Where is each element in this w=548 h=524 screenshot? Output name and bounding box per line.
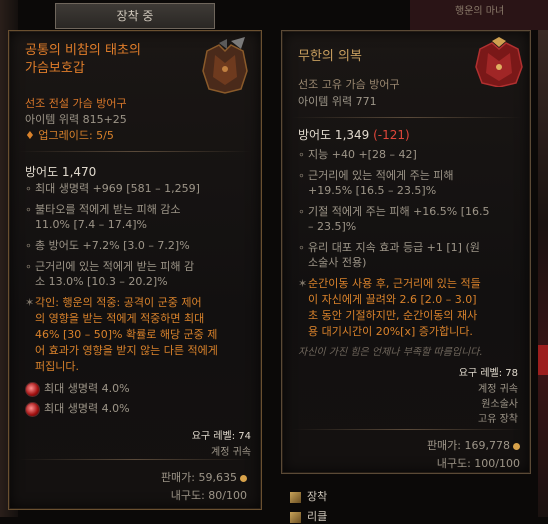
upgrade-diamond-icon: ♦: [25, 129, 35, 142]
bullet-icon: ∘: [25, 182, 32, 195]
unique-star-icon: ✶: [298, 277, 308, 290]
required-level: 요구 레벨: 74: [191, 431, 251, 442]
armor-value: 방어도 1,470: [25, 165, 97, 179]
compared-item-tooltip: 무한의 의복 선조 고유 가슴 방어구 아이템 위력 771 방어도 1,349…: [281, 30, 531, 474]
bullet-icon: ∘: [25, 203, 32, 216]
flavor-text: 자신이 가진 힘은 언제나 부족할 따름입니다.: [298, 347, 483, 358]
affix-row: ∘ 근거리에 있는 적에게 받는 피해 감: [25, 260, 195, 273]
bullet-icon: ∘: [298, 148, 305, 161]
item-name-line1: 공통의 비참의 태초의: [25, 43, 141, 58]
class-restriction: 원소술사: [481, 399, 518, 410]
gold-coin-icon: [513, 442, 520, 450]
divider: [19, 151, 251, 152]
equip-icon: [290, 491, 301, 503]
sell-value: 판매가: 59,635: [161, 469, 247, 485]
ruby-gem-icon: [25, 401, 40, 417]
legendary-chest-armor-icon: [202, 37, 248, 94]
account-bound: 계정 귀속: [478, 384, 518, 395]
affix-row: ∘ 최대 생명력 +969 [581 – 1,259]: [25, 182, 200, 195]
background-red-marker: [538, 345, 548, 375]
bullet-icon: ∘: [25, 260, 32, 273]
ruby-gem-icon: [25, 381, 40, 397]
durability: 내구도: 80/100: [170, 489, 247, 502]
unique-chest-armor-icon: [475, 37, 523, 87]
unique-equipped: 고유 장착: [478, 414, 518, 425]
background-item-label: 행운의 마녀: [455, 6, 505, 17]
affix-row-continued: 11.0% [7.4 – 17.4]%: [35, 218, 147, 231]
menu-icon: [290, 511, 301, 523]
item-name-line2: 가슴보호갑: [25, 61, 85, 76]
item-name: 무한의 의복: [298, 49, 362, 64]
gold-coin-icon: [240, 474, 247, 482]
armor-difference: (-121): [373, 128, 410, 142]
context-menu: 장착 리클: [282, 482, 542, 523]
background-right-strip: [538, 30, 548, 517]
item-power: 아이템 위력 815+25: [25, 113, 127, 126]
bullet-icon: ∘: [298, 169, 305, 182]
armor-value: 방어도 1,349 (-121): [298, 128, 410, 142]
sell-value: 판매가: 169,778: [427, 437, 520, 453]
item-upgrades: ♦ 업그레이드: 5/5: [25, 127, 114, 143]
menu-item-second[interactable]: 리클: [290, 508, 327, 524]
divider: [292, 429, 522, 430]
equipped-tab: 장착 중: [55, 3, 215, 29]
affix-row-continued: 소 13.0% [10.3 – 20.2]%: [35, 275, 168, 288]
menu-item-equip[interactable]: 장착: [290, 488, 327, 504]
divider: [19, 459, 251, 460]
required-level: 요구 레벨: 78: [458, 368, 518, 379]
socket-row: 최대 생명력 4.0%: [25, 380, 130, 397]
item-power: 아이템 위력 771: [298, 95, 377, 108]
item-type: 선조 전설 가슴 방어구: [25, 97, 127, 110]
equipped-item-tooltip: 공통의 비참의 태초의 가슴보호갑 선조 전설 가슴 방어구 아이템 위력 81…: [8, 30, 262, 510]
bullet-icon: ∘: [298, 241, 305, 254]
bullet-icon: ∘: [25, 239, 32, 252]
aspect-star-icon: ✶: [25, 296, 35, 309]
bullet-icon: ∘: [298, 205, 305, 218]
upgrade-count: 업그레이드: 5/5: [38, 129, 114, 142]
divider: [292, 117, 522, 118]
durability: 내구도: 100/100: [436, 457, 520, 470]
item-type: 선조 고유 가슴 방어구: [298, 78, 400, 91]
affix-row: ∘ 불타오를 적에게 받는 피해 감소: [25, 203, 181, 216]
affix-row: ∘ 총 방어도 +7.2% [3.0 – 7.2]%: [25, 239, 190, 252]
socket-row: 최대 생명력 4.0%: [25, 400, 130, 417]
account-bound: 계정 귀속: [211, 447, 251, 458]
